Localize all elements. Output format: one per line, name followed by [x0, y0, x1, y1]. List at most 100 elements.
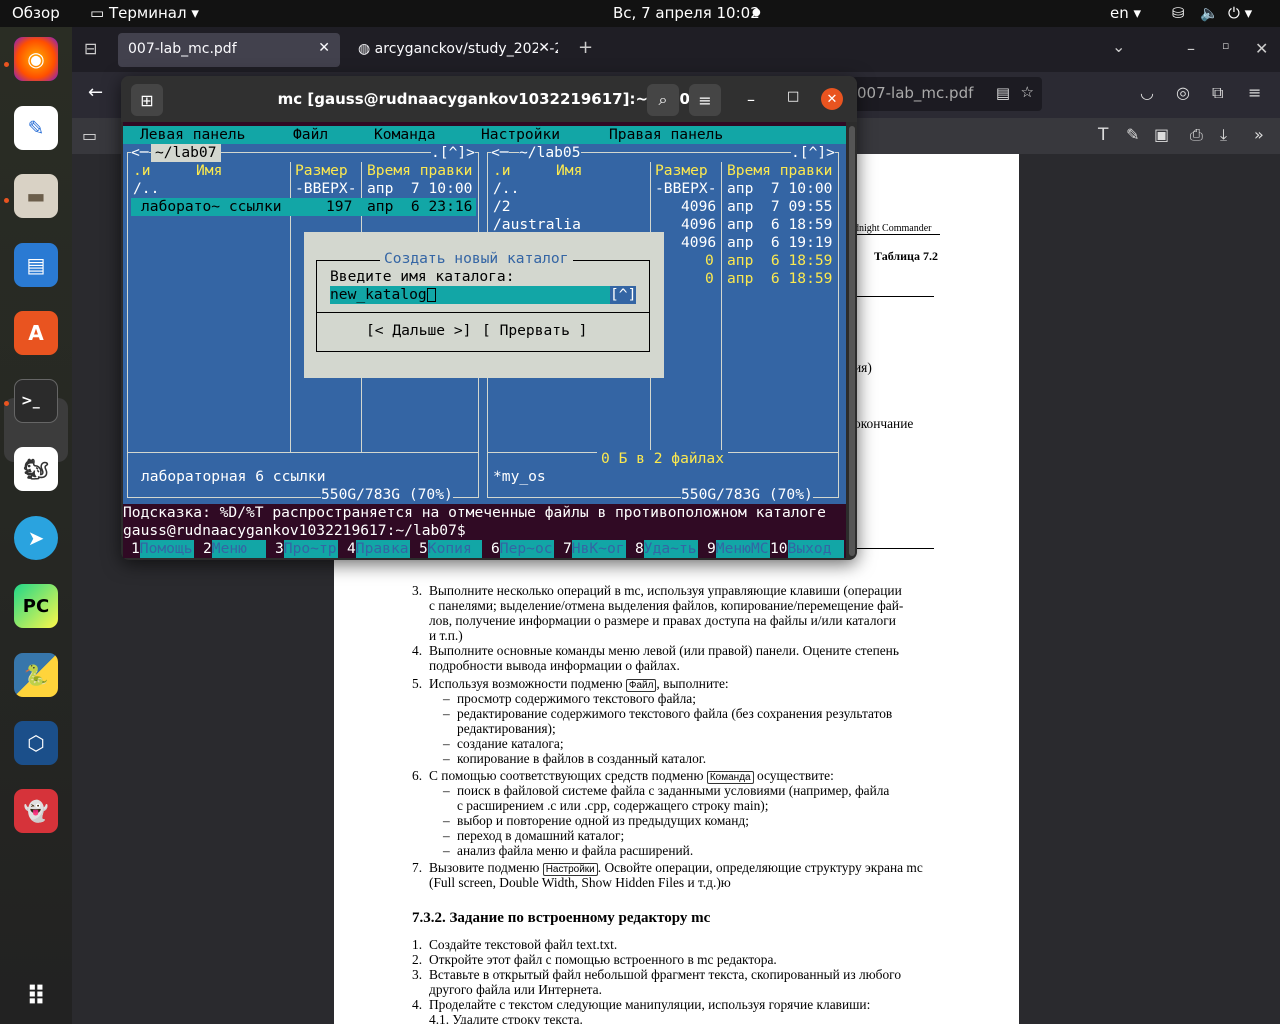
- menu-left-panel[interactable]: Левая панель: [140, 126, 245, 144]
- telegram-icon[interactable]: ➤: [14, 516, 58, 560]
- chevron-down-icon[interactable]: ⌄: [1112, 37, 1125, 56]
- account-icon[interactable]: ◎: [1176, 83, 1190, 102]
- menu-file[interactable]: Файл: [293, 126, 328, 144]
- left-panel-path[interactable]: ~/lab07: [151, 144, 221, 162]
- ghost-app-icon[interactable]: 👻: [14, 789, 58, 833]
- tab-list-icon[interactable]: ⊟: [84, 39, 97, 58]
- terminal-scrollbar[interactable]: [849, 126, 855, 556]
- menu-options[interactable]: Настройки: [481, 126, 560, 144]
- terminal-small-icon: ▭: [90, 4, 105, 22]
- terminal-icon[interactable]: >_: [14, 379, 58, 423]
- rule: [854, 296, 934, 297]
- tab-pdf[interactable]: 007-lab_mc.pdf ✕: [118, 33, 340, 67]
- clock[interactable]: Вс, 7 апреля 10:02: [613, 4, 760, 22]
- dialog-divider: [316, 312, 650, 313]
- dirname-input[interactable]: new_katalog [^]: [330, 286, 637, 304]
- running-indicator: [4, 62, 9, 67]
- text-cursor: [427, 288, 436, 302]
- fkey-view[interactable]: 3Про~тр: [275, 540, 338, 558]
- fkey-delete[interactable]: 8Уда~ть: [635, 540, 698, 558]
- sidebar-toggle-icon[interactable]: ▭: [82, 126, 97, 145]
- notification-dot-icon: ●: [752, 7, 761, 18]
- hamburger-menu-icon[interactable]: ≡: [689, 84, 721, 116]
- close-icon[interactable]: ✕: [538, 40, 550, 56]
- fkey-copy[interactable]: 5Копия: [419, 540, 482, 558]
- volume-icon[interactable]: 🔈: [1200, 4, 1219, 22]
- menu-icon[interactable]: ≡: [1248, 83, 1261, 102]
- maximize-icon[interactable]: ▫: [1222, 39, 1229, 52]
- menu-command[interactable]: Команда: [374, 126, 436, 144]
- fkey-usermenu[interactable]: 9МенюМС: [707, 540, 770, 558]
- fkey-mkdir[interactable]: 7НвК~ог: [563, 540, 626, 558]
- menu-right-panel[interactable]: Правая панель: [609, 126, 723, 144]
- minimize-icon[interactable]: –: [747, 90, 755, 109]
- new-tab-icon[interactable]: +: [578, 37, 593, 58]
- back-icon[interactable]: ←: [88, 82, 103, 103]
- col-divider: [721, 162, 722, 452]
- beaver-app-icon[interactable]: 🐿: [14, 447, 58, 491]
- power-icon[interactable]: ⏻ ▾: [1228, 4, 1252, 22]
- close-window-icon[interactable]: ✕: [821, 88, 843, 110]
- right-summary: 0 Б в 2 файлах: [597, 450, 729, 468]
- text-tool-icon[interactable]: T: [1098, 125, 1108, 145]
- firefox-icon[interactable]: ◉: [14, 37, 58, 81]
- search-icon[interactable]: ⌕: [647, 84, 679, 116]
- tab-github[interactable]: ◍ arcyganckov/study_2023-2 ✕: [348, 33, 558, 67]
- reader-icon[interactable]: ▤: [996, 84, 1010, 102]
- save-icon[interactable]: ⤓: [1220, 125, 1227, 145]
- language-indicator[interactable]: en ▾: [1110, 4, 1141, 22]
- rule: [854, 234, 940, 235]
- network-icon[interactable]: ⛁: [1172, 4, 1185, 22]
- terminal-app-menu[interactable]: ▭ Терминал ▾: [90, 4, 199, 22]
- shell-prompt[interactable]: gauss@rudnaacygankov1032219617:~/lab07$: [123, 522, 846, 540]
- app-center-icon[interactable]: A: [14, 311, 58, 355]
- right-panel-path[interactable]: ~/lab05: [519, 144, 581, 162]
- fkey-help[interactable]: 1Помощь: [131, 540, 194, 558]
- close-window-icon[interactable]: ✕: [1255, 39, 1268, 58]
- print-icon[interactable]: ⎙: [1190, 125, 1203, 145]
- text-editor-icon[interactable]: ✎: [14, 106, 58, 150]
- cancel-button[interactable]: [ Прервать ]: [482, 322, 587, 340]
- ok-button[interactable]: [< Дальше >]: [366, 322, 471, 340]
- more-tools-icon[interactable]: »: [1254, 125, 1264, 144]
- panel-corner[interactable]: .[^]>: [431, 144, 475, 162]
- right-disk: 550G/783G (70%): [681, 486, 813, 504]
- left-status: лабораторная 6 ссылки: [141, 468, 326, 485]
- fkey-menu[interactable]: 2Меню: [203, 540, 266, 558]
- dialog-title: Создать новый каталог: [380, 250, 573, 268]
- maximize-icon[interactable]: □: [787, 89, 799, 104]
- top-bar: Обзор ▭ Терминал ▾ Вс, 7 апреля 10:02 ● …: [0, 0, 1280, 27]
- document-viewer-icon[interactable]: ▤: [14, 243, 58, 287]
- close-icon[interactable]: ✕: [318, 40, 330, 56]
- files-icon[interactable]: ▬: [14, 174, 58, 218]
- pycharm-icon[interactable]: PC: [14, 584, 58, 628]
- minimize-icon[interactable]: –: [1187, 39, 1195, 58]
- running-indicator: [4, 401, 9, 406]
- mc-screen: Левая панель Файл Команда Настройки Прав…: [123, 122, 846, 558]
- fkey-exit[interactable]: 10Выход: [770, 540, 844, 558]
- panel-corner[interactable]: .[^]>: [791, 144, 835, 162]
- bookmark-star-icon[interactable]: ☆: [1021, 83, 1034, 101]
- pocket-icon[interactable]: ◡: [1140, 83, 1154, 102]
- mini-divider: [127, 452, 479, 453]
- dialog-prompt: Введите имя каталога:: [330, 268, 515, 285]
- image-icon[interactable]: ▣: [1154, 125, 1169, 144]
- hint-line: Подсказка: %D/%T распространяется на отм…: [123, 504, 826, 521]
- mkdir-dialog: Создать новый каталог Введите имя катало…: [304, 232, 664, 378]
- fkey-edit[interactable]: 4Правка: [347, 540, 410, 558]
- extensions-icon[interactable]: ⧉: [1212, 83, 1223, 103]
- draw-icon[interactable]: ✎: [1126, 125, 1139, 144]
- app-grid-icon[interactable]: ⠿: [14, 975, 58, 1019]
- virtualbox-icon[interactable]: ⬡: [14, 721, 58, 765]
- tab-strip: ⊟ 007-lab_mc.pdf ✕ ◍ arcyganckov/study_20…: [72, 27, 1280, 72]
- left-disk: 550G/783G (70%): [321, 486, 453, 504]
- url-bar[interactable]: 007-lab_mc.pdf ▤ ☆: [852, 77, 1042, 111]
- file-row-selected[interactable]: лаборато~ ссылки 197 апр 6 23:16: [131, 198, 476, 216]
- activities-button[interactable]: Обзор: [12, 4, 60, 22]
- terminal-window: ⊞ mc [gauss@rudnaacygankov1032219617]:~/…: [121, 76, 857, 560]
- python-icon[interactable]: 🐍: [14, 653, 58, 697]
- terminal-header: ⊞ mc [gauss@rudnaacygankov1032219617]:~/…: [121, 76, 857, 122]
- history-button[interactable]: [^]: [610, 286, 637, 304]
- right-status: *my_os: [493, 468, 546, 485]
- fkey-move[interactable]: 6Пер~ос: [491, 540, 554, 558]
